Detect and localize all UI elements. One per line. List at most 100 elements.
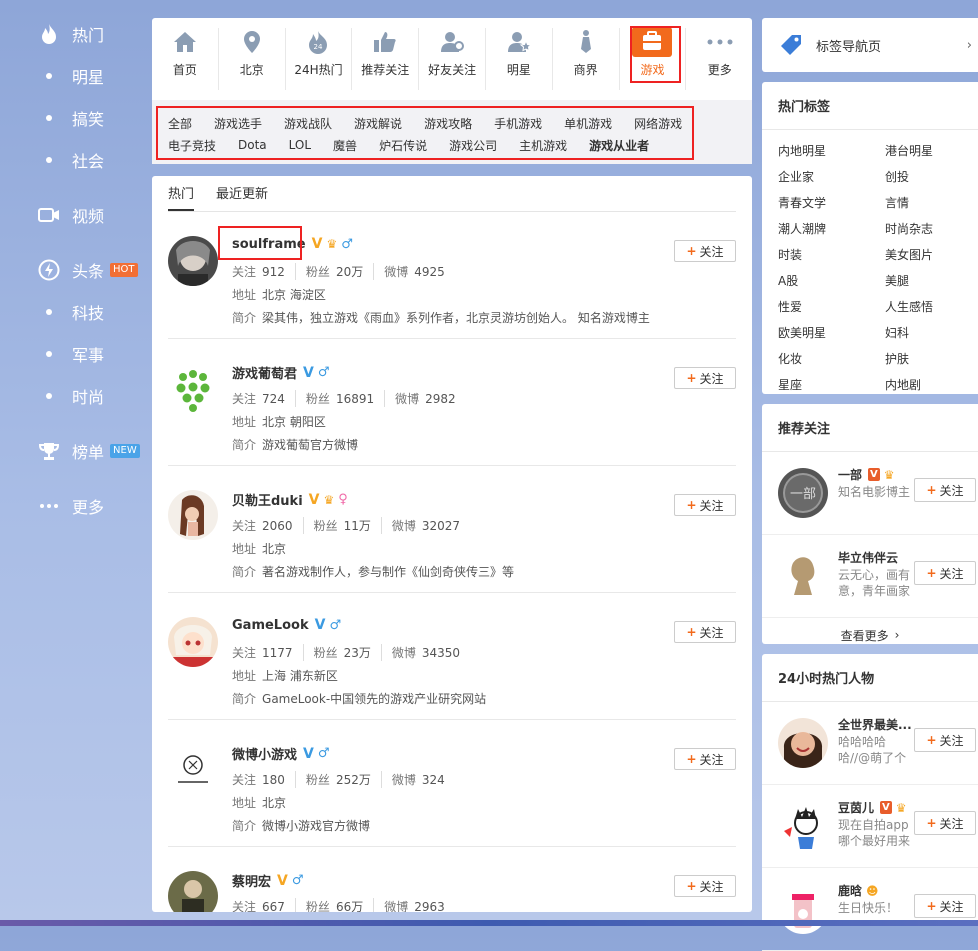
nav-item-5[interactable]: 明星 bbox=[486, 28, 553, 90]
recommend-name[interactable]: 鹿晗 ☻ bbox=[838, 882, 879, 899]
recommend-desc: 生日快乐！ bbox=[838, 901, 899, 915]
user-avatar[interactable] bbox=[778, 718, 828, 768]
recommend-name[interactable]: 毕立伟伴云 bbox=[838, 549, 898, 566]
follow-button[interactable]: + 关注 bbox=[674, 240, 736, 262]
nav-item-8[interactable]: 更多 bbox=[686, 28, 753, 90]
user-name-line: 微博小游戏 V ♂ bbox=[232, 744, 330, 764]
sidebar-item-5[interactable]: 头条 HOT bbox=[38, 258, 138, 282]
hot-tag[interactable]: 企业家 bbox=[778, 164, 885, 190]
hot-tag[interactable]: 创投 bbox=[885, 164, 978, 190]
user-name[interactable]: 蔡明宏 bbox=[232, 871, 271, 890]
tab-1[interactable]: 最近更新 bbox=[216, 183, 268, 211]
hot-tag[interactable]: 星座 bbox=[778, 372, 885, 398]
sidebar-item-10[interactable]: 更多 bbox=[38, 494, 104, 518]
bullet-dot bbox=[46, 115, 52, 121]
stat-value: 724 bbox=[262, 392, 285, 406]
follow-label: 关注 bbox=[699, 244, 724, 259]
follow-label: 关注 bbox=[939, 733, 964, 748]
verified-v-icon: V bbox=[303, 745, 314, 762]
hot-tag[interactable]: 时装 bbox=[778, 242, 885, 268]
hot-tag[interactable]: 时尚杂志 bbox=[885, 216, 978, 242]
sidebar-item-6[interactable]: 科技 bbox=[46, 300, 104, 324]
follow-button[interactable]: + 关注 bbox=[914, 894, 976, 918]
hot-tag[interactable]: 内地剧 bbox=[885, 372, 978, 398]
follow-button[interactable]: + 关注 bbox=[914, 478, 976, 502]
nav-item-label: 更多 bbox=[707, 63, 732, 77]
nav-item-3[interactable]: 推荐关注 bbox=[352, 28, 420, 90]
verified-v-icon: V bbox=[314, 617, 326, 633]
sidebar-item-9[interactable]: 榜单 NEW bbox=[38, 439, 140, 463]
tag-icon bbox=[778, 32, 804, 58]
user-avatar[interactable] bbox=[168, 744, 218, 794]
user-name[interactable]: 贝勒王duki bbox=[232, 490, 303, 509]
recommend-name[interactable]: 一部 V ♛ bbox=[838, 466, 895, 483]
stat-value: 16891 bbox=[335, 392, 375, 406]
more-dots-icon bbox=[707, 28, 733, 56]
follow-button[interactable]: + 关注 bbox=[674, 367, 736, 389]
sidebar-item-8[interactable]: 时尚 bbox=[46, 384, 104, 408]
user-avatar[interactable] bbox=[168, 871, 218, 912]
male-icon: ♂ bbox=[317, 365, 330, 380]
recommend-name[interactable]: 豆茵儿 V ♛ bbox=[838, 799, 907, 816]
user-row: 蔡明宏V♂关注667粉丝66万微博2963地址+关注 bbox=[168, 847, 736, 912]
nav-item-7[interactable]: 游戏 bbox=[620, 26, 687, 90]
user-avatar[interactable] bbox=[168, 617, 218, 667]
follow-button[interactable]: + 关注 bbox=[674, 621, 736, 643]
hot-tag[interactable]: 言情 bbox=[885, 190, 978, 216]
follow-button[interactable]: + 关注 bbox=[914, 728, 976, 752]
nav-item-1[interactable]: 北京 bbox=[219, 28, 286, 90]
nav-item-2[interactable]: 24 24H热门 bbox=[286, 28, 353, 90]
user-avatar[interactable]: 一部 bbox=[778, 468, 828, 518]
hot-tag[interactable]: 护肤 bbox=[885, 346, 978, 372]
business-tie-icon bbox=[579, 28, 593, 56]
user-name[interactable]: GameLook bbox=[232, 618, 309, 633]
user-avatar[interactable] bbox=[168, 363, 218, 413]
follow-button[interactable]: + 关注 bbox=[914, 811, 976, 835]
sidebar-item-1[interactable]: 明星 bbox=[46, 64, 104, 88]
hot-24h-icon: 24 bbox=[307, 28, 329, 56]
hot-tag[interactable]: 美女图片 bbox=[885, 242, 978, 268]
hot-tag[interactable]: 青春文学 bbox=[778, 190, 885, 216]
sidebar-item-4[interactable]: 视频 bbox=[38, 203, 104, 227]
tab-0[interactable]: 热门 bbox=[168, 183, 195, 211]
hot-tag[interactable]: 内地明星 bbox=[778, 138, 885, 164]
hot-tag[interactable]: 欧美明星 bbox=[778, 320, 885, 346]
trophy-icon bbox=[38, 440, 60, 462]
follow-button[interactable]: + 关注 bbox=[914, 561, 976, 585]
sidebar-item-3[interactable]: 社会 bbox=[46, 148, 104, 172]
tag-nav-link[interactable]: 标签导航页 › bbox=[762, 18, 978, 72]
hot-tag[interactable]: 港台明星 bbox=[885, 138, 978, 164]
user-avatar[interactable] bbox=[778, 884, 828, 934]
follow-button[interactable]: + 关注 bbox=[674, 875, 736, 897]
hot-tag[interactable]: A股 bbox=[778, 268, 885, 294]
hot-tag[interactable]: 性爱 bbox=[778, 294, 885, 320]
hot-tag[interactable]: 化妆 bbox=[778, 346, 885, 372]
user-avatar[interactable] bbox=[168, 236, 218, 286]
user-intro: 简介 GameLook-中国领先的游戏产业研究网站 bbox=[232, 690, 486, 707]
recommend-name[interactable]: 全世界最美... bbox=[838, 716, 912, 733]
see-more-link[interactable]: 查看更多 › bbox=[762, 618, 978, 652]
sidebar-item-0[interactable]: 热门 bbox=[38, 22, 104, 46]
sub-category-bar: 全部 游戏选手 游戏战队 游戏解说 游戏攻略 手机游戏 单机游戏 网络游戏 电子竞技 Dota L… bbox=[152, 100, 752, 164]
user-avatar[interactable] bbox=[168, 490, 218, 540]
follow-button[interactable]: + 关注 bbox=[674, 748, 736, 770]
user-avatar[interactable] bbox=[778, 801, 828, 851]
nav-item-4[interactable]: 好友关注 bbox=[419, 28, 486, 90]
bullet-dot bbox=[46, 157, 52, 163]
hot24-panel: 24小时热门人物 全世界最美... 哈哈哈哈哈//@萌了个 + 关注 豆茵儿 V ♛ 现在自拍… bbox=[762, 654, 978, 951]
user-avatar[interactable] bbox=[778, 551, 828, 601]
hot-tag[interactable]: 人生感悟 bbox=[885, 294, 978, 320]
user-name[interactable]: 微博小游戏 bbox=[232, 744, 297, 763]
hot-tag[interactable]: 美腿 bbox=[885, 268, 978, 294]
stat-follow: 关注 724 bbox=[232, 390, 296, 407]
follow-button[interactable]: + 关注 bbox=[674, 494, 736, 516]
hot-tag[interactable]: 妇科 bbox=[885, 320, 978, 346]
nav-item-6[interactable]: 商界 bbox=[553, 28, 620, 90]
sidebar-item-2[interactable]: 搞笑 bbox=[46, 106, 104, 130]
hot-tag[interactable]: 潮人潮牌 bbox=[778, 216, 885, 242]
nav-item-0[interactable]: 首页 bbox=[152, 28, 219, 90]
male-icon: ♂ bbox=[317, 746, 330, 761]
stat-fans: 粉丝 16891 bbox=[306, 390, 386, 407]
user-name[interactable]: 游戏葡萄君 bbox=[232, 363, 297, 382]
sidebar-item-7[interactable]: 军事 bbox=[46, 342, 104, 366]
